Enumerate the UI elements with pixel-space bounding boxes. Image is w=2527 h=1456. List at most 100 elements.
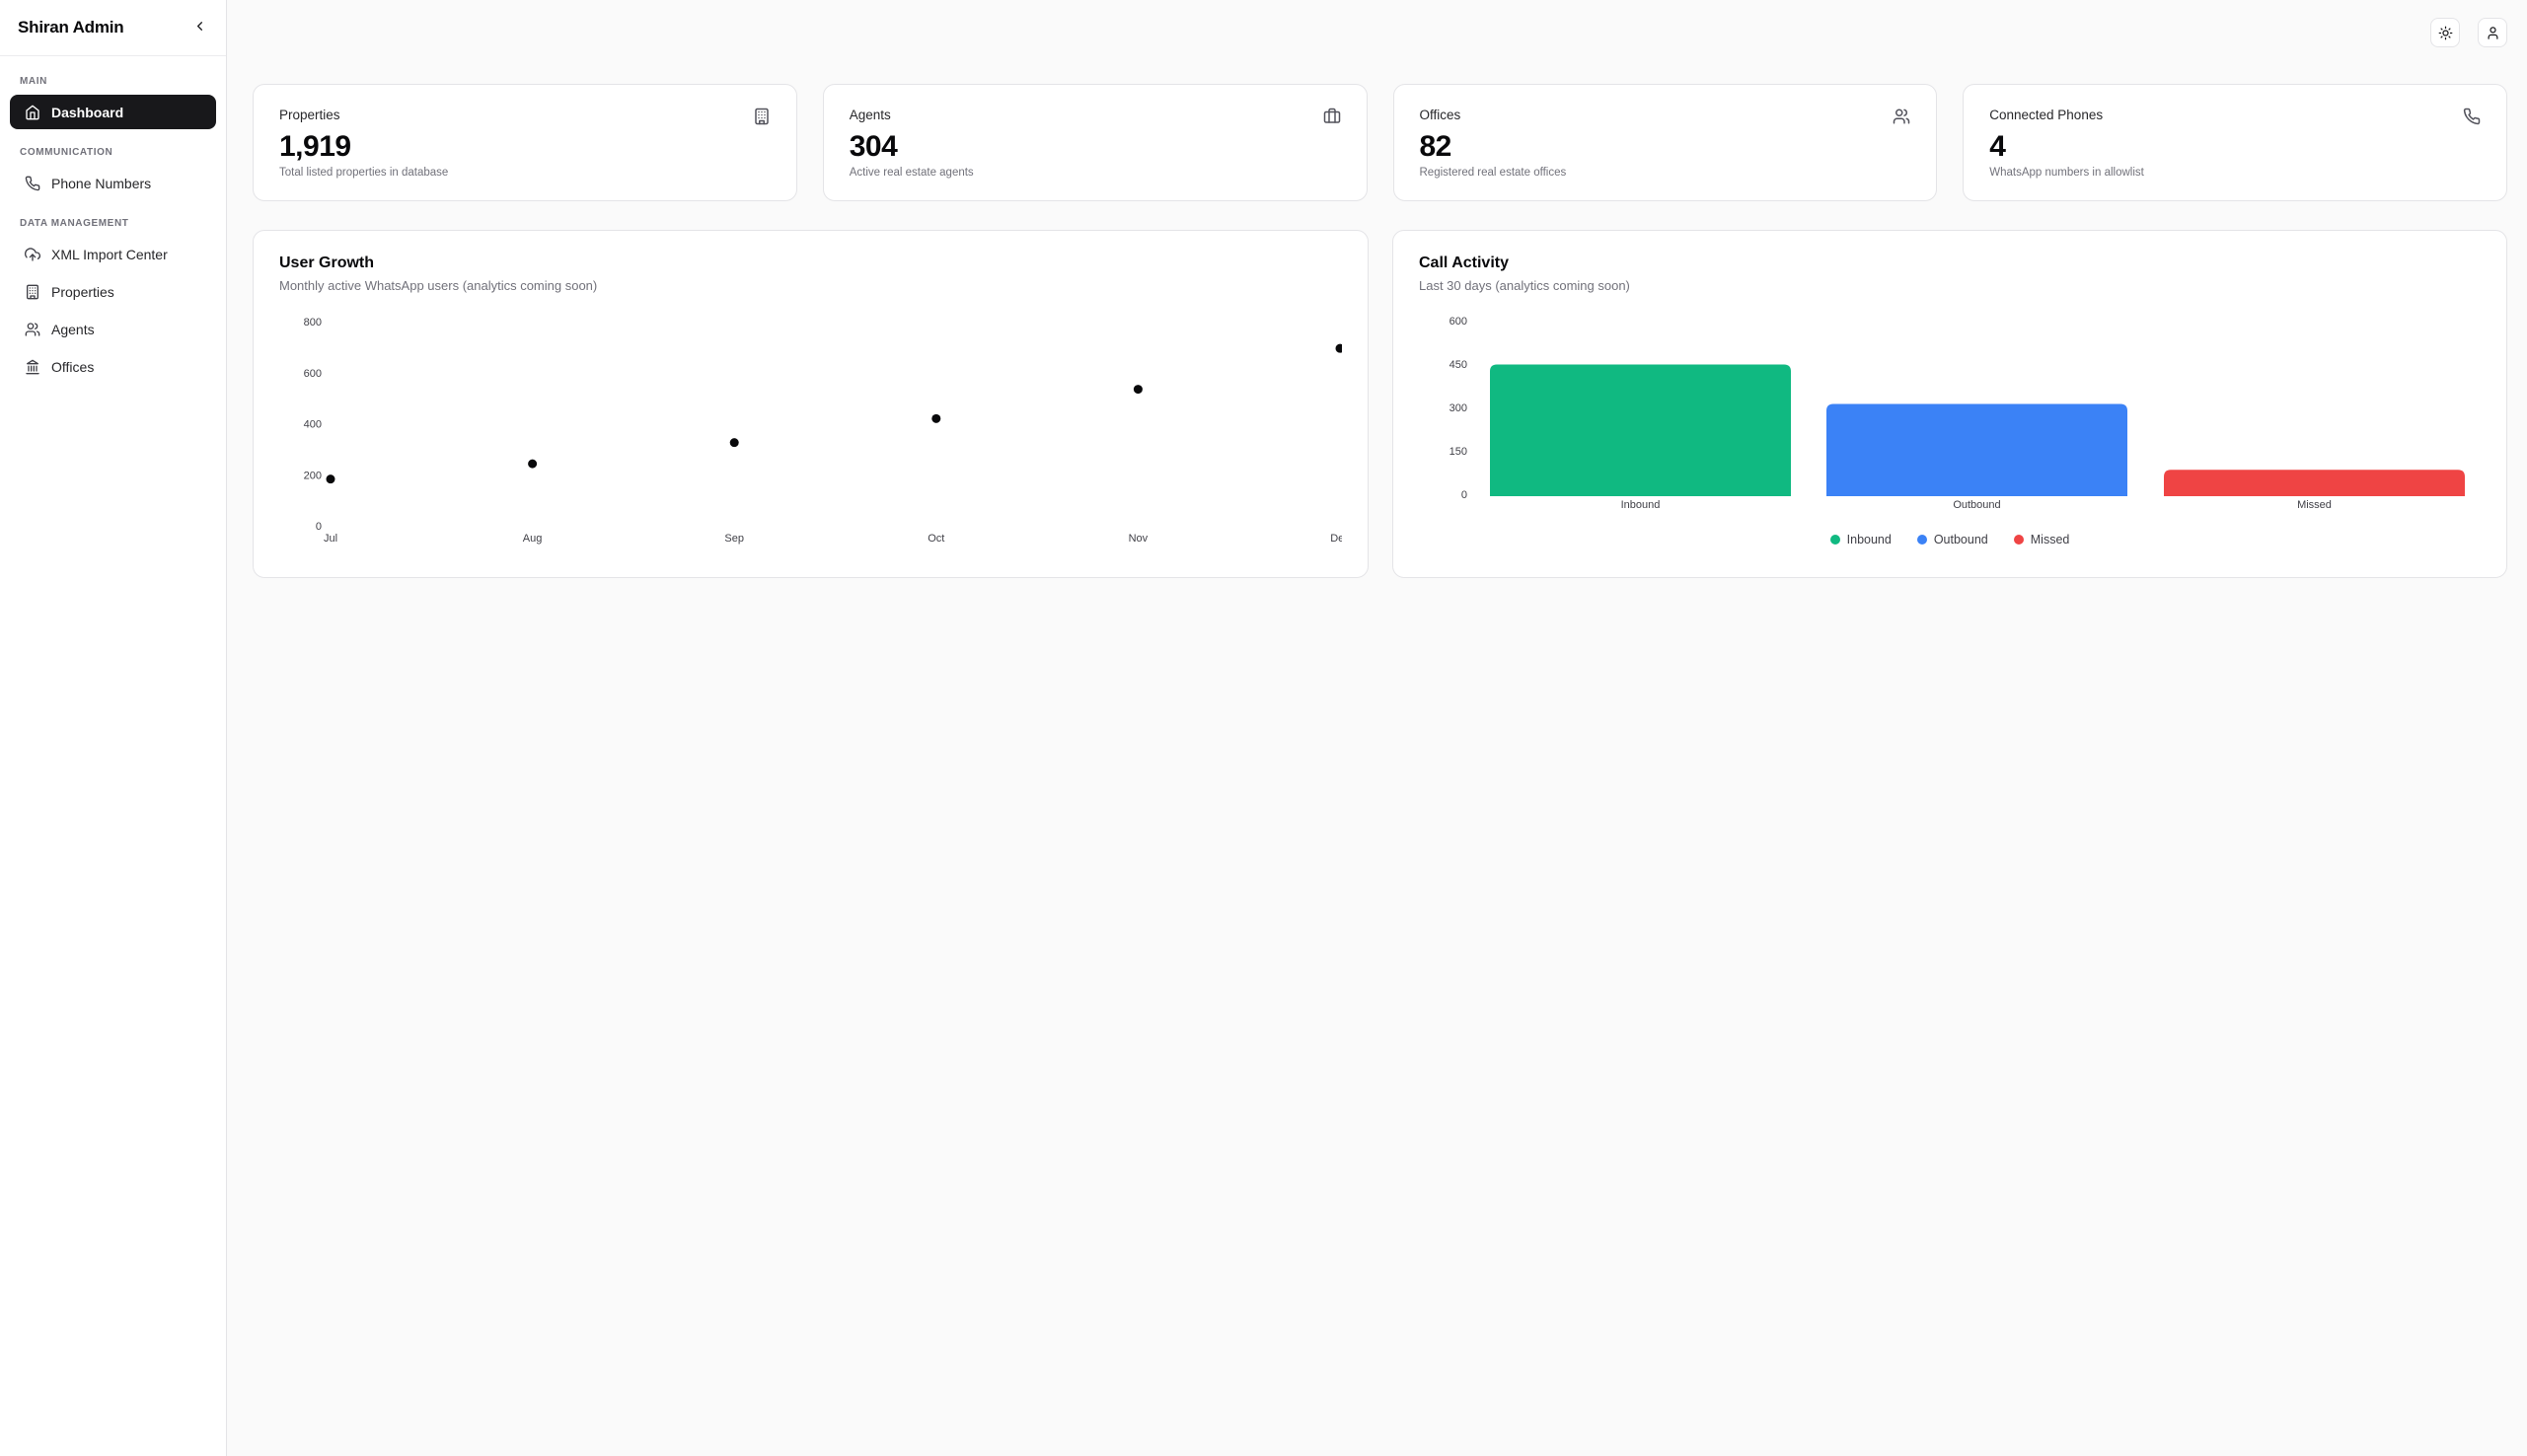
sidebar-item-offices[interactable]: Offices [10, 349, 216, 384]
scatter-point-aug [528, 460, 537, 469]
chart-subtitle: Last 30 days (analytics coming soon) [1419, 278, 2481, 293]
main-content: Properties 1,919 Total listed properties i… [227, 0, 2527, 1456]
nav-section-label: COMMUNICATION [10, 147, 216, 158]
user-menu-button[interactable] [2478, 18, 2507, 47]
briefcase-icon [1323, 108, 1341, 125]
call-activity-chart: 0150300450600InboundOutboundMissed [1419, 299, 2481, 523]
legend-label: Missed [2031, 533, 2070, 546]
chart-subtitle: Monthly active WhatsApp users (analytics… [279, 278, 1342, 293]
sidebar-item-label: XML Import Center [51, 247, 168, 262]
sidebar-nav: MAIN Dashboard COMMUNICATION Phone Numbers D… [0, 56, 226, 415]
svg-text:Oct: Oct [928, 533, 944, 545]
stat-card-header: Connected Phones [1989, 108, 2481, 125]
user-growth-card: User Growth Monthly active WhatsApp user… [253, 230, 1369, 578]
svg-text:Outbound: Outbound [1953, 499, 2000, 511]
stat-card-connected-phones: Connected Phones 4 WhatsApp numbers in all… [1963, 84, 2507, 201]
scatter-point-oct [931, 414, 940, 423]
sidebar-item-label: Offices [51, 359, 94, 375]
stat-card-header: Agents [850, 108, 1341, 125]
legend-dot [1830, 535, 1840, 545]
svg-text:0: 0 [316, 521, 322, 533]
user-icon [2486, 26, 2500, 40]
home-icon [25, 105, 40, 120]
stat-card-properties: Properties 1,919 Total listed properties i… [253, 84, 797, 201]
nav-section: MAIN Dashboard [10, 76, 216, 129]
legend-item-inbound: Inbound [1830, 533, 1892, 546]
stat-card-offices: Offices 82 Registered real estate offices [1393, 84, 1938, 201]
stat-label: Agents [850, 108, 891, 122]
nav-section-label: DATA MANAGEMENT [10, 218, 216, 229]
bar-missed [2164, 470, 2465, 496]
svg-text:150: 150 [1449, 446, 1467, 458]
user-growth-chart: 0200400600800JulAugSepOctNovDec [279, 299, 1342, 552]
stat-description: Total listed properties in database [279, 167, 771, 179]
svg-text:200: 200 [304, 470, 322, 481]
svg-text:300: 300 [1449, 402, 1467, 414]
scatter-point-nov [1134, 385, 1143, 394]
bar-inbound [1490, 365, 1791, 497]
stat-value: 82 [1420, 130, 1911, 164]
charts-grid: User Growth Monthly active WhatsApp user… [253, 230, 2507, 578]
chart-title: User Growth [279, 255, 1342, 272]
chart-title: Call Activity [1419, 255, 2481, 272]
sidebar-item-agents[interactable]: Agents [10, 312, 216, 346]
stat-value: 1,919 [279, 130, 771, 164]
stat-card-agents: Agents 304 Active real estate agents [823, 84, 1368, 201]
stat-value: 4 [1989, 130, 2481, 164]
svg-text:800: 800 [304, 317, 322, 328]
sidebar-item-label: Dashboard [51, 105, 123, 120]
stat-label: Properties [279, 108, 340, 122]
svg-text:450: 450 [1449, 359, 1467, 371]
users-icon [25, 322, 40, 337]
svg-text:400: 400 [304, 419, 322, 431]
legend-item-missed: Missed [2014, 533, 2070, 546]
sidebar-item-properties[interactable]: Properties [10, 274, 216, 309]
sidebar-item-label: Phone Numbers [51, 176, 151, 191]
stat-card-header: Properties [279, 108, 771, 125]
sidebar-item-label: Agents [51, 322, 95, 337]
theme-toggle-button[interactable] [2430, 18, 2460, 47]
sun-icon [2438, 26, 2453, 40]
svg-text:Nov: Nov [1129, 533, 1149, 545]
stat-description: WhatsApp numbers in allowlist [1989, 167, 2481, 179]
sidebar-item-label: Properties [51, 284, 114, 300]
users-icon [1893, 108, 1910, 125]
nav-section-label: MAIN [10, 76, 216, 87]
sidebar-collapse-button[interactable] [186, 15, 212, 40]
phone-icon [25, 176, 40, 191]
stat-label: Offices [1420, 108, 1461, 122]
stat-value: 304 [850, 130, 1341, 164]
bar-outbound [1826, 404, 2127, 496]
building-icon [25, 284, 40, 300]
sidebar-item-dashboard[interactable]: Dashboard [10, 95, 216, 129]
cloud-upload-icon [25, 247, 40, 262]
chevron-left-icon [192, 19, 207, 36]
building-icon [753, 108, 771, 125]
scatter-point-jul [327, 474, 335, 483]
svg-text:Aug: Aug [523, 533, 543, 545]
stat-description: Registered real estate offices [1420, 167, 1911, 179]
nav-section: COMMUNICATION Phone Numbers [10, 147, 216, 200]
phone-icon [2463, 108, 2481, 125]
scatter-point-sep [730, 438, 739, 447]
app-title: Shiran Admin [18, 18, 123, 37]
stat-card-header: Offices [1420, 108, 1911, 125]
stat-label: Connected Phones [1989, 108, 2103, 122]
svg-text:600: 600 [1449, 316, 1467, 328]
chart-legend: Inbound Outbound Missed [1419, 533, 2481, 546]
stats-grid: Properties 1,919 Total listed properties i… [253, 84, 2507, 201]
sidebar-item-phone-numbers[interactable]: Phone Numbers [10, 166, 216, 200]
landmark-icon [25, 359, 40, 375]
stat-description: Active real estate agents [850, 167, 1341, 179]
legend-dot [1917, 535, 1927, 545]
scatter-point-dec [1336, 344, 1343, 353]
svg-text:Inbound: Inbound [1621, 499, 1661, 511]
topbar [253, 18, 2507, 47]
sidebar: Shiran Admin MAIN Dashboard COMMUNICATION P… [0, 0, 227, 1456]
svg-text:Jul: Jul [324, 533, 337, 545]
legend-label: Outbound [1934, 533, 1988, 546]
sidebar-item-xml-import-center[interactable]: XML Import Center [10, 237, 216, 271]
svg-text:Missed: Missed [2297, 499, 2332, 511]
call-activity-card: Call Activity Last 30 days (analytics co… [1392, 230, 2507, 578]
legend-item-outbound: Outbound [1917, 533, 1988, 546]
